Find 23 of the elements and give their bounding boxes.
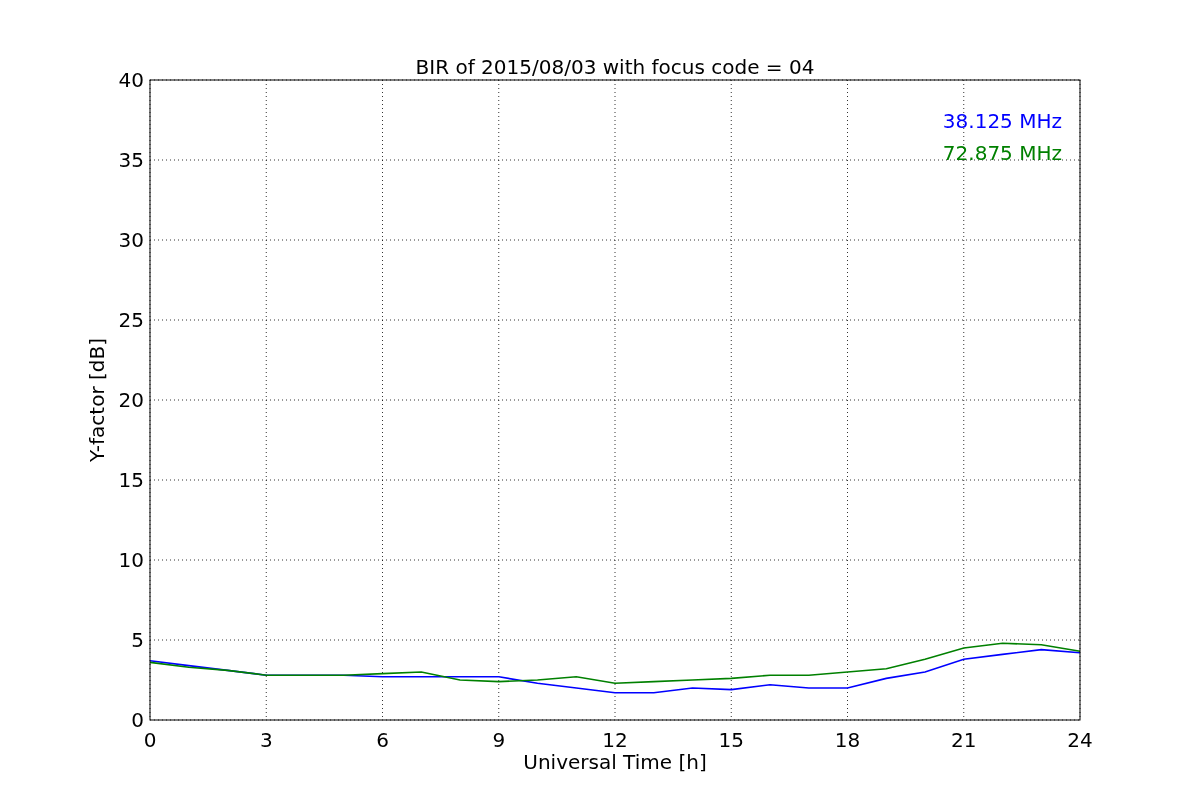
tick-label: 15 (718, 728, 744, 752)
tick-label: 0 (143, 728, 157, 752)
tick-label: 12 (602, 728, 628, 752)
tick-label: 35 (118, 148, 144, 172)
legend-label: 72.875 MHz (942, 141, 1062, 165)
y-axis-label: Y-factor [dB] (85, 338, 109, 462)
tick-label: 30 (118, 228, 144, 252)
tick-label: 40 (118, 68, 144, 92)
tick-label: 6 (376, 728, 389, 752)
tick-label: 21 (951, 728, 977, 752)
tick-label: 15 (118, 468, 144, 492)
tick-label: 3 (259, 728, 273, 752)
chart-title: BIR of 2015/08/03 with focus code = 04 (415, 55, 815, 79)
tick-label: 24 (1067, 728, 1093, 752)
tick-label: 18 (834, 728, 861, 752)
tick-label: 9 (492, 728, 506, 752)
tick-label: 5 (131, 628, 144, 652)
legend-label: 38.125 MHz (942, 109, 1062, 133)
x-axis-label: Universal Time [h] (523, 750, 707, 774)
tick-label: 20 (118, 388, 144, 412)
tick-label: 0 (131, 708, 144, 732)
tick-label: 25 (118, 308, 144, 332)
tick-label: 10 (118, 548, 144, 572)
